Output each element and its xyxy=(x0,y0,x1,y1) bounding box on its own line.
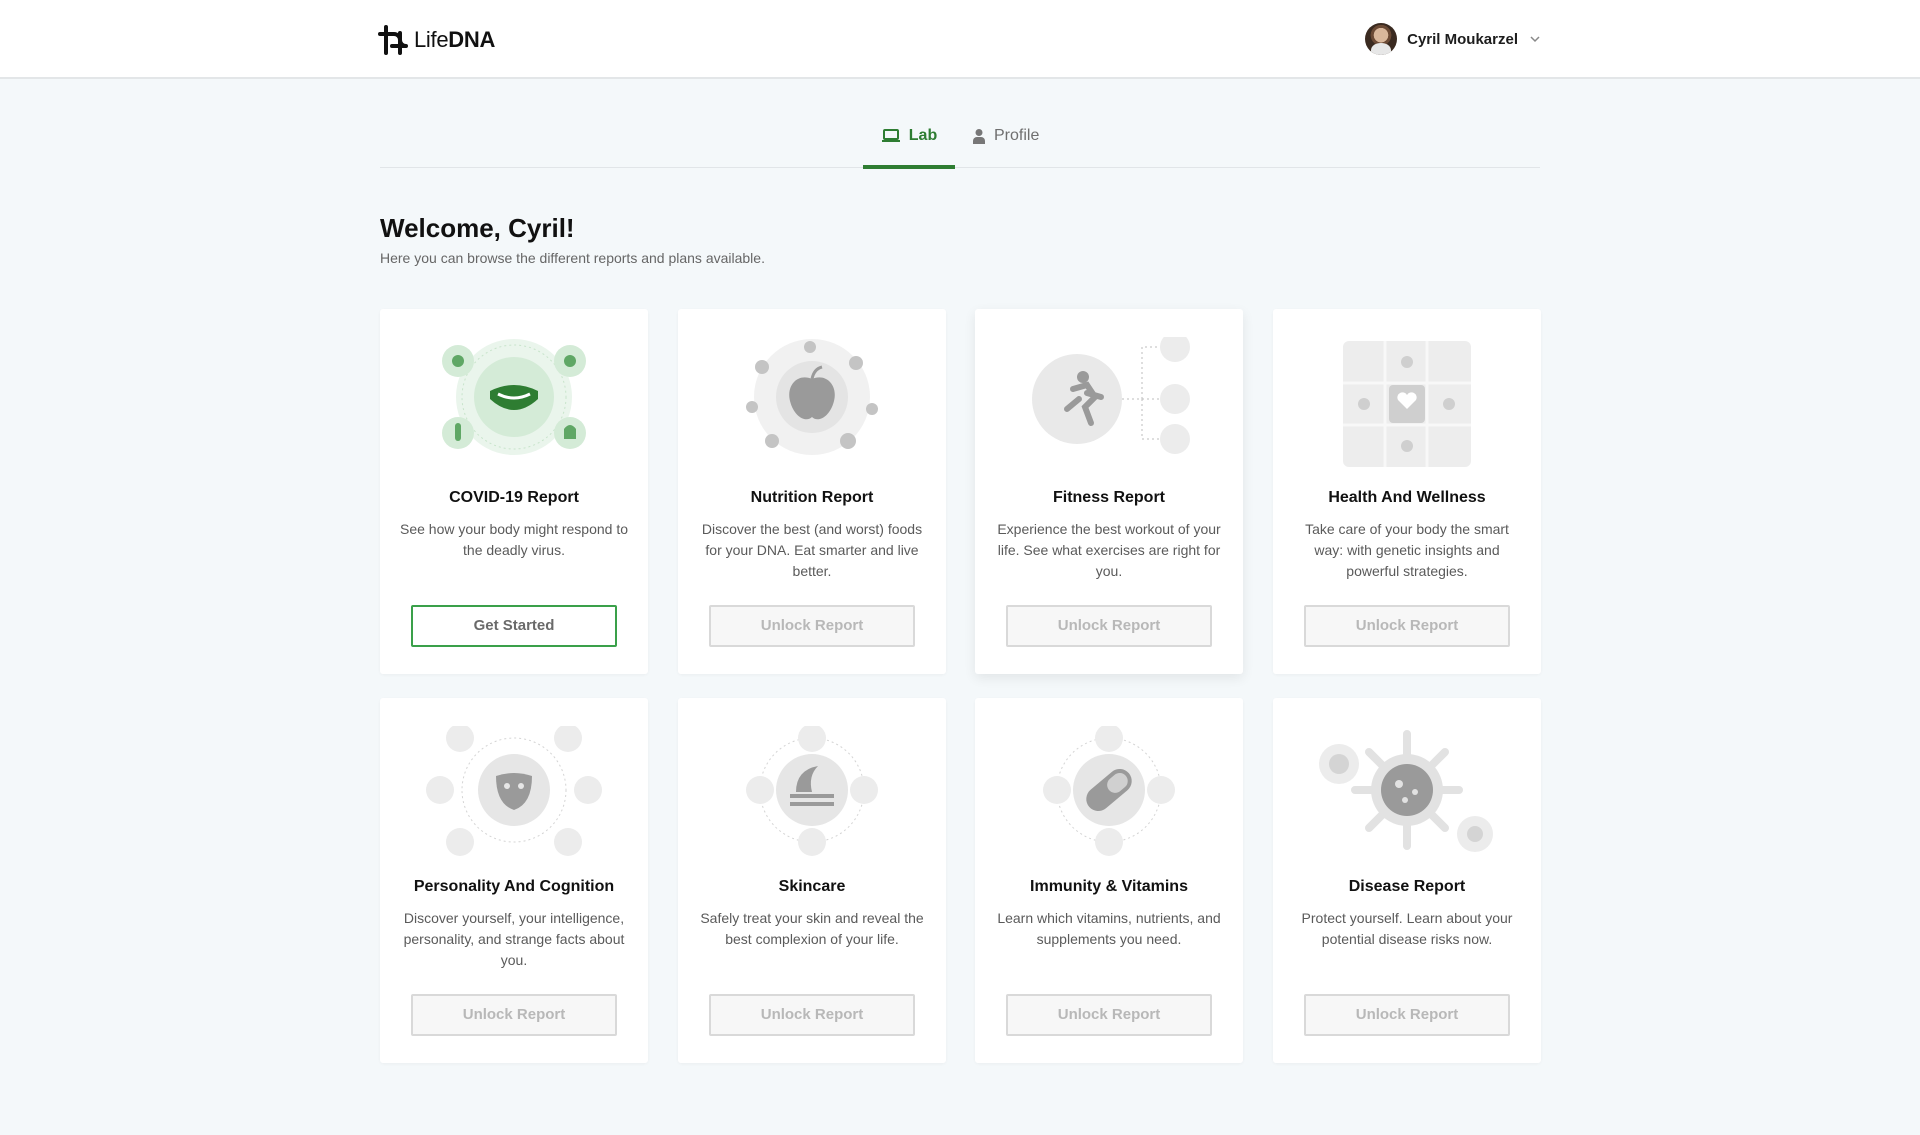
report-card-nutrition[interactable]: Nutrition Report Discover the best (and … xyxy=(678,309,946,674)
card-description: Safely treat your skin and reveal the be… xyxy=(700,910,924,947)
page-subtitle: Here you can browse the different report… xyxy=(380,250,765,266)
tab-bar: Lab Profile xyxy=(380,104,1540,169)
unlock-report-button[interactable]: Unlock Report xyxy=(411,994,617,1036)
card-title: Personality And Cognition xyxy=(413,878,615,895)
tab-lab-label: Lab xyxy=(908,127,938,144)
card-title: Immunity & Vitamins xyxy=(1030,878,1188,895)
logo-text: LifeDNA xyxy=(414,27,496,52)
unlock-report-button[interactable]: Unlock Report xyxy=(1006,994,1212,1036)
report-card-immunity[interactable]: Immunity & Vitamins Learn which vitamins… xyxy=(975,698,1243,1063)
tab-profile[interactable]: Profile xyxy=(972,104,1039,168)
card-description: Protect yourself. Learn about your poten… xyxy=(1301,910,1513,947)
page-title: Welcome, Cyril! xyxy=(380,213,575,243)
tab-lab[interactable]: Lab xyxy=(863,104,955,169)
nutrition-apple-icon xyxy=(746,339,878,455)
card-description: Discover the best (and worst) foods for … xyxy=(701,521,923,579)
unlock-report-button[interactable]: Unlock Report xyxy=(1304,605,1510,647)
user-name: Cyril Moukarzel xyxy=(1407,30,1518,48)
personality-mask-icon xyxy=(426,726,602,856)
report-card-skincare[interactable]: Skincare Safely treat your skin and reve… xyxy=(678,698,946,1063)
unlock-report-button[interactable]: Unlock Report xyxy=(1006,605,1212,647)
covid-mask-icon xyxy=(442,339,586,455)
card-title: COVID-19 Report xyxy=(449,489,579,506)
laptop-icon xyxy=(881,129,900,142)
card-description: Learn which vitamins, nutrients, and sup… xyxy=(997,910,1221,947)
card-description: Discover yourself, your intelligence, pe… xyxy=(403,910,625,968)
report-card-disease[interactable]: Disease Report Protect yourself. Learn a… xyxy=(1273,698,1541,1063)
report-card-fitness[interactable]: Fitness Report Experience the best worko… xyxy=(975,309,1243,674)
report-card-personality[interactable]: Personality And Cognition Discover yours… xyxy=(380,698,648,1063)
card-title: Nutrition Report xyxy=(750,489,874,506)
dna-logo-icon xyxy=(378,25,408,55)
lifedna-logo[interactable]: LifeDNA xyxy=(378,24,495,56)
report-card-health[interactable]: Health And Wellness Take care of your bo… xyxy=(1273,309,1541,674)
unlock-report-button[interactable]: Unlock Report xyxy=(709,605,915,647)
health-puzzle-icon xyxy=(1343,341,1471,467)
fitness-runner-icon xyxy=(1032,337,1190,454)
card-title: Skincare xyxy=(778,878,846,895)
card-title: Disease Report xyxy=(1348,878,1466,895)
user-menu[interactable]: Cyril Moukarzel xyxy=(1365,22,1542,56)
chevron-down-icon xyxy=(1530,36,1540,43)
person-icon xyxy=(973,129,985,144)
get-started-button[interactable]: Get Started xyxy=(411,605,617,647)
unlock-report-button[interactable]: Unlock Report xyxy=(709,994,915,1036)
avatar xyxy=(1365,23,1398,55)
virus-icon xyxy=(1319,730,1493,852)
unlock-report-button[interactable]: Unlock Report xyxy=(1304,994,1510,1036)
top-navigation-bar: LifeDNA Cyril Moukarzel xyxy=(0,0,1920,79)
card-description: Experience the best workout of your life… xyxy=(997,521,1221,579)
report-card-covid[interactable]: COVID-19 Report See how your body might … xyxy=(380,309,648,674)
tab-profile-label: Profile xyxy=(994,127,1040,144)
skincare-layers-icon xyxy=(746,726,878,856)
card-title: Health And Wellness xyxy=(1328,489,1486,506)
vitamin-pill-icon xyxy=(1043,726,1175,856)
card-title: Fitness Report xyxy=(1052,489,1165,506)
card-description: See how your body might respond to the d… xyxy=(399,521,629,558)
card-description: Take care of your body the smart way: wi… xyxy=(1305,521,1509,579)
